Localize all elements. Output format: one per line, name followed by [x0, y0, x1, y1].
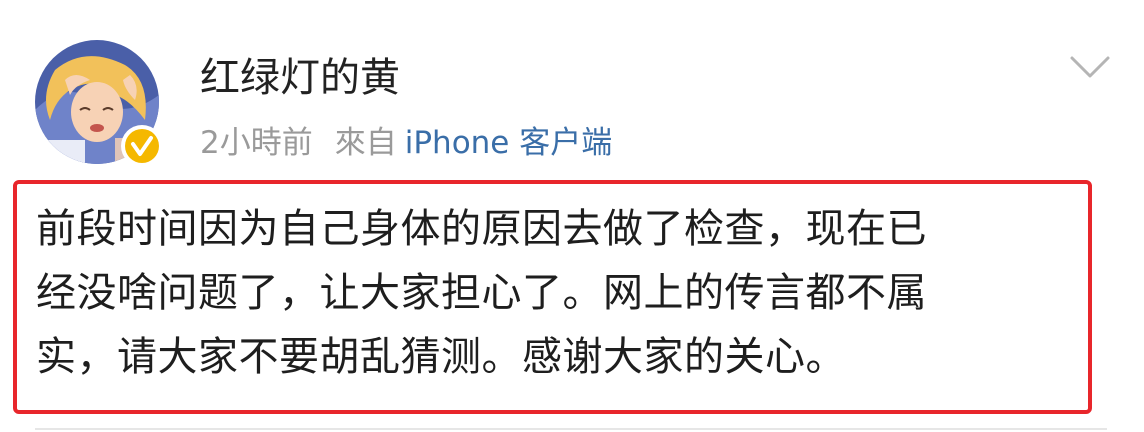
post-time: 2小時前: [200, 125, 313, 161]
verified-badge-icon: [121, 125, 163, 167]
post-line: 前段时间因为自己身体的原因去做了检查，现在已: [36, 206, 927, 252]
divider: [35, 428, 1107, 430]
username[interactable]: 红绿灯的黄: [200, 52, 400, 104]
post-line: 实，请大家不要胡乱猜测。感谢大家的关心。: [36, 334, 846, 380]
chevron-down-icon[interactable]: [1068, 52, 1112, 82]
post-content: 前段时间因为自己身体的原因去做了检查，现在已 经没啥问题了，让大家担心了。网上的…: [36, 197, 1076, 389]
source-prefix: 來自: [334, 125, 397, 161]
post-line: 经没啥问题了，让大家担心了。网上的传言都不属: [36, 270, 927, 316]
post-meta: 2小時前 來自 iPhone 客户端: [200, 122, 612, 164]
weibo-post: 红绿灯的黄 2小時前 來自 iPhone 客户端 前段时间因为自己身体的原因去做了检…: [0, 0, 1144, 432]
source-link[interactable]: iPhone 客户端: [405, 125, 613, 161]
